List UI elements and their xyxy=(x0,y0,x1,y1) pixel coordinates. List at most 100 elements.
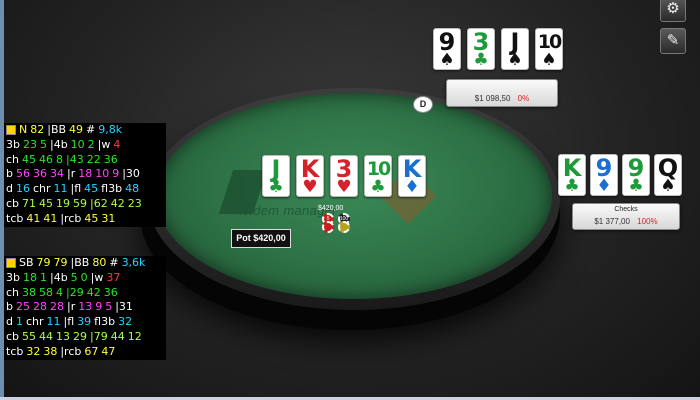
heart-suit-icon: ♥ xyxy=(302,177,318,197)
hud-stat-value: |w xyxy=(90,270,104,284)
hud-stat-row: d 1 chr 11 |fl 39 fl3b 32 xyxy=(4,315,166,330)
hud-stat-value: SB xyxy=(19,256,34,269)
hud-stat-value: ch xyxy=(6,285,20,299)
hud-stat-value: 5 xyxy=(39,137,47,151)
hud-stat-value: |r xyxy=(66,300,76,314)
hud-panel-top[interactable]: N 82 |BB 49 #9,8k 3b 23 5 |4b 10 2 |w 4 ch 45 46 8 |43 22 3… xyxy=(4,123,166,227)
hud-stat-value: ch xyxy=(6,152,20,166)
hud-stat-value: d xyxy=(6,182,13,196)
board-card: K ♦ xyxy=(398,155,426,197)
hud-stat-value: tcb xyxy=(6,344,24,358)
hud-stat-value: b xyxy=(6,167,13,181)
hud-stat-value: 25 xyxy=(15,300,30,314)
hud-stat-value: 44 xyxy=(110,329,125,343)
hud-stat-row: d 16 chr 11 |fl 45 fl3b 48 xyxy=(4,182,166,197)
seat-top-plate[interactable]: $1 098,50 0% xyxy=(446,79,558,107)
hud-stat-value: # xyxy=(109,256,119,269)
hud-stat-value: 80 xyxy=(92,256,107,269)
hud-stat-value: 79 xyxy=(36,256,51,269)
seat-right-stack: $1 377,00 100% xyxy=(573,217,679,226)
hud-stat-value: |29 xyxy=(66,285,84,299)
hud-stat-value: 18 xyxy=(22,270,37,284)
hud-stat-value: 38 xyxy=(43,344,58,358)
hud-stat-value: 49 xyxy=(69,123,84,136)
hud-stat-value: 58 xyxy=(39,285,54,299)
hud-stat-value: 46 xyxy=(39,152,54,166)
hud-stat-value: 23 xyxy=(22,137,37,151)
hud-stat-value: 1 xyxy=(15,315,23,329)
edit-notes-button[interactable]: ✎ xyxy=(660,28,686,54)
hud-stat-row: 3b 18 1 |4b 5 0 |w 37 xyxy=(4,271,166,286)
hud-stat-value: |4b xyxy=(49,137,68,151)
hud-stat-value: 45 xyxy=(84,211,99,225)
hud-stat-value: 36 xyxy=(32,167,47,181)
hud-stat-value: 38 xyxy=(22,285,37,299)
hud-stat-value: 32 xyxy=(118,315,133,329)
hud-stat-value: 0 xyxy=(80,270,88,284)
seat-right-card: K ♣ xyxy=(558,154,586,196)
hud-stat-value: 55 xyxy=(22,329,37,343)
hud-stat-value: b xyxy=(6,300,13,314)
hud-stat-value: 79 xyxy=(53,256,68,269)
hud-stat-value: 9 xyxy=(112,167,120,181)
hud-player-note-icon[interactable] xyxy=(6,258,16,268)
hud-stat-value: 56 xyxy=(15,167,30,181)
hud-stat-value: 36 xyxy=(103,152,118,166)
board-card: 10 ♣ xyxy=(364,155,392,197)
hud-stat-value: 12 xyxy=(127,329,142,343)
hud-player-note-icon[interactable] xyxy=(6,125,16,135)
club-suit-icon: ♣ xyxy=(564,176,580,196)
pot-chip-gold xyxy=(338,221,350,233)
hud-stat-row: cb 71 45 19 59 |62 42 23 xyxy=(4,197,166,212)
hud-stat-value: 18 xyxy=(78,167,93,181)
hud-stat-row: b 56 36 34 |r 18 10 9 |30 xyxy=(4,167,166,182)
hud-stat-value: 3,6k xyxy=(121,256,146,269)
hud-stat-value: 11 xyxy=(53,182,68,196)
hud-stat-row: tcb 32 38 |rcb 67 47 xyxy=(4,345,166,360)
hud-stat-value: 9,8k xyxy=(98,123,123,136)
hud-stat-value: 19 xyxy=(56,196,71,210)
hud-stat-value: # xyxy=(86,123,96,136)
hud-stat-value: 16 xyxy=(15,182,30,196)
hud-stat-value: 10 xyxy=(95,167,110,181)
board-card: K ♥ xyxy=(296,155,324,197)
hud-stat-value: 37 xyxy=(106,270,121,284)
club-suit-icon: ♣ xyxy=(370,177,386,197)
seat-right-card: 9 ♦ xyxy=(590,154,618,196)
settings-button[interactable]: ⚙ xyxy=(660,0,686,22)
seat-top-stack-amount: $1 098,50 xyxy=(474,94,511,103)
hud-panel-bottom[interactable]: SB 79 79 |BB 80 #3,6k 3b 18 1 |4b 5 0 |w 37 ch 38 58 4 |29… xyxy=(4,256,166,360)
hud-stat-row: ch 45 46 8 |43 22 36 xyxy=(4,153,166,168)
seat-right-stack-amount: $1 377,00 xyxy=(594,217,630,226)
hud-stat-row: b 25 28 28 |r 13 9 5 |31 xyxy=(4,300,166,315)
hud-stat-row: ch 38 58 4 |29 42 36 xyxy=(4,286,166,301)
hud-stat-value: 59 xyxy=(73,196,88,210)
club-suit-icon: ♣ xyxy=(473,50,489,70)
pot-label: Pot $420,00 xyxy=(231,229,291,248)
hud-stat-value: 45 xyxy=(39,196,54,210)
seat-right-card: Q ♠ xyxy=(654,154,682,196)
hud-stat-value: |30 xyxy=(122,167,140,181)
hud-stat-value: |4b xyxy=(49,270,68,284)
seat-right-action: Checks xyxy=(614,206,638,213)
hud-stat-value: |BB xyxy=(47,123,67,136)
hud-stat-value: 45 xyxy=(84,182,99,196)
diamond-suit-icon: ♦ xyxy=(596,176,612,196)
hud-stat-value: |BB xyxy=(70,256,90,269)
hud-stat-value: |rcb xyxy=(60,344,82,358)
hud-stat-value: cb xyxy=(6,329,20,343)
hud-stat-value: |43 xyxy=(66,152,84,166)
hud-stat-value: |rcb xyxy=(60,211,82,225)
seat-top-pct: 0% xyxy=(517,94,530,103)
spade-suit-icon: ♠ xyxy=(439,50,455,70)
hud-stat-value: 13 xyxy=(56,329,71,343)
hud-stat-value: chr xyxy=(32,182,51,196)
hud-stat-value: tcb xyxy=(6,211,24,225)
hud-stat-value: 39 xyxy=(77,315,92,329)
hud-stat-value: d xyxy=(6,315,13,329)
hud-stat-value: 8 xyxy=(56,152,64,166)
hud-stat-value: 41 xyxy=(43,211,58,225)
club-suit-icon: ♣ xyxy=(268,177,284,197)
seat-right-plate[interactable]: Checks $1 377,00 100% xyxy=(572,203,680,230)
seat-right-pct: 100% xyxy=(637,217,658,226)
